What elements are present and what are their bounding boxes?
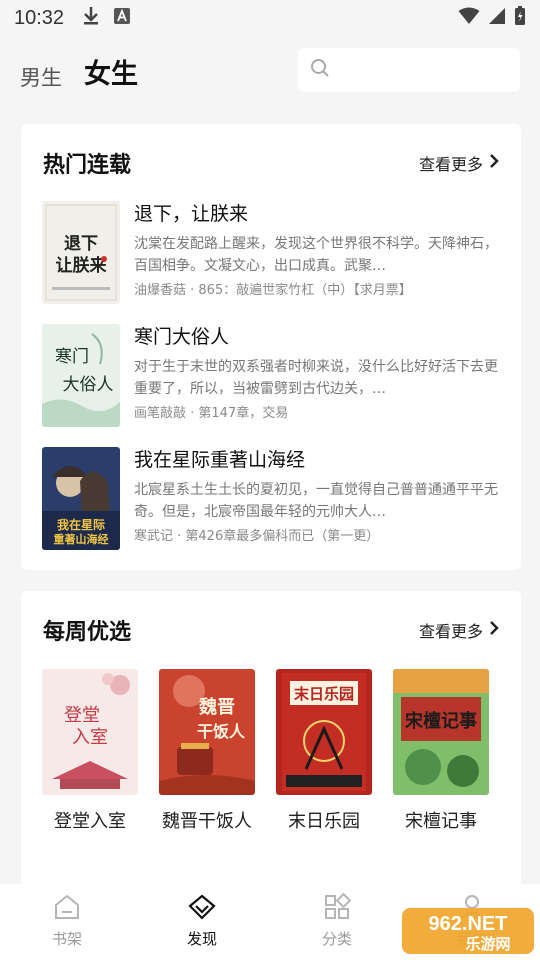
book-row[interactable]: 我在星际 重著山海经 我在星际重著山海经 北宸星系土生土长的夏初见，一直觉得自己… [42, 447, 502, 551]
svg-text:入室: 入室 [72, 727, 108, 748]
signal-icon [488, 7, 506, 29]
nav-label: 书架 [51, 930, 82, 948]
watermark-line2: 乐游网 [465, 935, 510, 953]
book-description: 北宸星系土生土长的夏初见，一直觉得自己普普通通平平无奇。但是，北宸帝国最年轻的元… [134, 482, 498, 520]
battery-charging-icon [514, 6, 526, 30]
book-title: 我在星际重著山海经 [134, 449, 306, 471]
svg-text:魏晋: 魏晋 [198, 696, 235, 718]
weekly-book-title: 宋檀记事 [405, 811, 477, 832]
svg-text:让朕来: 让朕来 [56, 255, 108, 276]
book-meta: 寒武记 · 第426章最多偏科而已（第一更） [134, 529, 380, 544]
book-title: 寒门大俗人 [134, 326, 230, 348]
top-nav: 男生 女生 [0, 44, 540, 94]
weekly-book-item[interactable]: 魏晋 干饭人 魏晋干饭人 [159, 669, 255, 837]
watermark-logo: 962.NET 乐游网 [400, 906, 536, 956]
book-cover[interactable]: 登堂 入室 [42, 669, 138, 795]
book-row[interactable]: 寒门 大俗人 寒门大俗人 对于生于末世的双系强者时柳来说，没什么比好好活下去更重… [42, 324, 502, 428]
book-row[interactable]: 退下 让朕来 退下，让朕来 沈棠在发配路上醒来，发现这个世界很不科学。天降神石，… [42, 201, 502, 305]
status-time: 10:32 [14, 6, 65, 29]
download-icon [82, 6, 100, 30]
wifi-icon [458, 7, 480, 29]
tab-male[interactable]: 男生 [20, 62, 62, 92]
weekly-book-title: 魏晋干饭人 [162, 811, 252, 832]
book-meta: 画笔敲敲 · 第147章，交易 [134, 406, 289, 421]
svg-text:大俗人: 大俗人 [63, 375, 114, 395]
search-input[interactable] [338, 61, 508, 79]
nav-category[interactable]: 分类 [297, 892, 377, 949]
section-title: 每周优选 [43, 620, 132, 645]
nav-discover[interactable]: 发现 [162, 892, 242, 949]
view-more-link[interactable]: 查看更多 [419, 618, 499, 642]
svg-text:我在星际: 我在星际 [57, 517, 105, 532]
book-cover[interactable]: 我在星际 重著山海经 [42, 447, 120, 550]
tab-female[interactable]: 女生 [84, 52, 138, 91]
svg-text:退下: 退下 [64, 234, 98, 254]
book-title: 退下，让朕来 [134, 203, 249, 225]
view-more-label: 查看更多 [418, 622, 483, 641]
book-cover[interactable]: 寒门 大俗人 [42, 324, 120, 427]
nav-label: 发现 [186, 930, 217, 948]
weekly-book-list: 登堂 入室 登堂入室 魏晋 干饭人 魏晋干饭人 末日乐园 末日乐园 宋檀记事 宋… [42, 669, 502, 869]
search-box[interactable] [298, 48, 520, 92]
nav-bookshelf[interactable]: 书架 [27, 892, 107, 949]
svg-text:干饭人: 干饭人 [197, 722, 246, 741]
category-grid-icon [322, 892, 352, 926]
app-notification-icon [114, 8, 131, 28]
weekly-section: 每周优选 查看更多 登堂 入室 登堂入室 魏晋 干饭人 魏晋干饭人 末日乐园 末… [21, 591, 521, 901]
weekly-book-title: 末日乐园 [288, 811, 360, 832]
nav-label: 分类 [321, 930, 352, 948]
svg-text:末日乐园: 末日乐园 [294, 685, 354, 703]
discover-icon [187, 894, 217, 926]
chevron-right-icon [489, 620, 499, 640]
book-cover[interactable]: 末日乐园 [276, 669, 372, 795]
svg-text:重著山海经: 重著山海经 [54, 532, 109, 546]
view-more-link[interactable]: 查看更多 [419, 151, 499, 175]
bookshelf-icon [52, 894, 82, 926]
book-meta: 油爆香菇 · 865：敲遍世家竹杠（中）【求月票】 [134, 283, 412, 298]
status-bar: 10:32 [0, 0, 540, 36]
view-more-label: 查看更多 [418, 155, 483, 174]
book-cover[interactable]: 宋檀记事 [393, 669, 489, 795]
search-icon [310, 58, 330, 82]
weekly-book-item[interactable]: 宋檀记事 宋檀记事 [393, 669, 489, 837]
book-cover[interactable]: 退下 让朕来 [42, 201, 120, 304]
hot-section: 热门连载 查看更多 退下 让朕来 退下，让朕来 沈棠在发配路上醒来，发现这个世界… [21, 124, 521, 570]
chevron-right-icon [489, 153, 499, 173]
book-cover[interactable]: 魏晋 干饭人 [159, 669, 255, 795]
svg-text:登堂: 登堂 [64, 705, 100, 726]
svg-text:寒门: 寒门 [55, 347, 89, 367]
weekly-book-item[interactable]: 登堂 入室 登堂入室 [42, 669, 138, 837]
book-description: 沈棠在发配路上醒来，发现这个世界很不科学。天降神石，百国相争。文凝文心，出口成真… [134, 236, 498, 274]
weekly-book-item[interactable]: 末日乐园 末日乐园 [276, 669, 372, 837]
weekly-book-title: 登堂入室 [54, 811, 126, 832]
svg-text:宋檀记事: 宋檀记事 [405, 710, 477, 732]
book-description: 对于生于末世的双系强者时柳来说，没什么比好好活下去更重要了，所以，当被雷劈到古代… [134, 359, 498, 397]
section-title: 热门连载 [43, 153, 132, 178]
watermark-line1: 962.NET [429, 913, 508, 935]
